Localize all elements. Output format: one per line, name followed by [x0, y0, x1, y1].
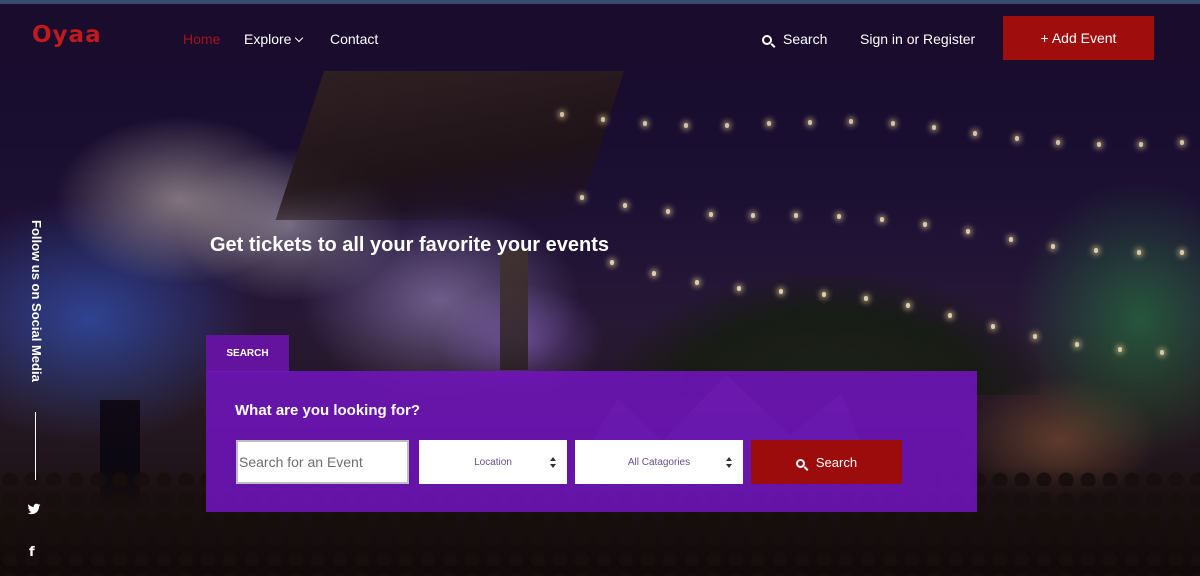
search-panel: What are you looking for? Location All C… [206, 371, 977, 512]
nav-search-label: Search [783, 31, 828, 47]
location-select-value: Location [474, 456, 512, 468]
select-arrows-icon [726, 457, 733, 468]
facebook-icon[interactable]: f [29, 545, 35, 560]
hero-title: Get tickets to all your favorite your ev… [210, 234, 610, 256]
select-arrows-icon [550, 457, 557, 468]
sign-in-register-link[interactable]: Sign in or Register [860, 31, 975, 47]
search-submit-button[interactable]: Search [751, 440, 902, 484]
nav-explore-label: Explore [244, 31, 292, 47]
navbar: Oyaa Home Explore Contact Search Sign in… [0, 4, 1200, 71]
social-rail-label: Follow us on Social Media [29, 220, 44, 382]
search-icon [795, 458, 805, 468]
social-rail: Follow us on Social Media f [0, 220, 70, 576]
event-search-input[interactable] [236, 440, 409, 484]
chevron-down-icon [295, 33, 304, 43]
category-select-value: All Catagories [627, 456, 691, 468]
nav-search-link[interactable]: Search [762, 31, 827, 47]
search-button-label: Search [815, 454, 858, 470]
page: Oyaa Home Explore Contact Search Sign in… [0, 0, 1200, 576]
search-icon [762, 35, 772, 45]
nav-home-link[interactable]: Home [183, 31, 220, 47]
nav-contact-link[interactable]: Contact [330, 31, 378, 47]
logo[interactable]: Oyaa [32, 22, 102, 48]
social-rail-divider [35, 412, 36, 480]
category-select[interactable]: All Catagories [575, 440, 743, 484]
search-panel-title: What are you looking for? [235, 402, 421, 419]
nav-explore-link[interactable]: Explore [244, 31, 304, 47]
twitter-icon[interactable] [27, 502, 41, 516]
location-select[interactable]: Location [419, 440, 567, 484]
search-tab[interactable]: SEARCH [206, 335, 289, 372]
add-event-button[interactable]: + Add Event [1003, 16, 1154, 60]
